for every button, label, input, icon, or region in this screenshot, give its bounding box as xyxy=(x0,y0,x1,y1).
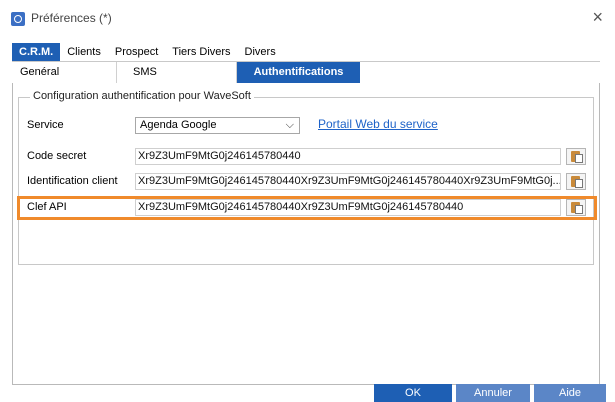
subtab-sms[interactable]: SMS xyxy=(117,62,237,83)
service-selected-value: Agenda Google xyxy=(140,119,217,131)
subtab-general[interactable]: Genéral xyxy=(12,62,117,83)
ok-button[interactable]: OK xyxy=(374,384,452,402)
window-title: Préférences (*) xyxy=(31,11,112,25)
app-icon xyxy=(11,12,25,26)
subtab-authentifications[interactable]: Authentifications xyxy=(237,62,360,83)
close-icon[interactable]: × xyxy=(592,8,603,26)
tab-tiers-divers[interactable]: Tiers Divers xyxy=(165,43,237,61)
tab-divers[interactable]: Divers xyxy=(238,43,283,61)
tab-prospect[interactable]: Prospect xyxy=(108,43,165,61)
identification-client-field[interactable]: Xr9Z3UmF9MtG0j246145780440Xr9Z3UmF9MtG0j… xyxy=(135,173,561,190)
service-label: Service xyxy=(27,119,64,131)
paste-sheet-icon xyxy=(575,179,583,188)
code-secret-label: Code secret xyxy=(27,150,87,162)
clef-api-highlight xyxy=(17,196,597,220)
help-button[interactable]: Aide xyxy=(534,384,606,402)
paste-code-secret-button[interactable] xyxy=(566,148,586,165)
title-bar: Préférences (*) × xyxy=(0,0,615,38)
sub-tabs: Genéral SMS Authentifications xyxy=(12,61,600,84)
group-legend: Configuration authentification pour Wave… xyxy=(30,90,254,102)
portal-web-link[interactable]: Portail Web du service xyxy=(318,117,438,131)
main-tabs: C.R.M. Clients Prospect Tiers Divers Div… xyxy=(12,43,283,61)
paste-identification-client-button[interactable] xyxy=(566,173,586,190)
chevron-down-icon: ⌵ xyxy=(285,119,294,131)
cancel-button[interactable]: Annuler xyxy=(456,384,530,402)
service-select[interactable]: Agenda Google ⌵ xyxy=(135,117,300,134)
identification-client-label: Identification client xyxy=(27,175,118,187)
code-secret-field[interactable]: Xr9Z3UmF9MtG0j246145780440 xyxy=(135,148,561,165)
paste-sheet-icon xyxy=(575,154,583,163)
tab-clients[interactable]: Clients xyxy=(60,43,108,61)
tab-crm[interactable]: C.R.M. xyxy=(12,43,61,61)
